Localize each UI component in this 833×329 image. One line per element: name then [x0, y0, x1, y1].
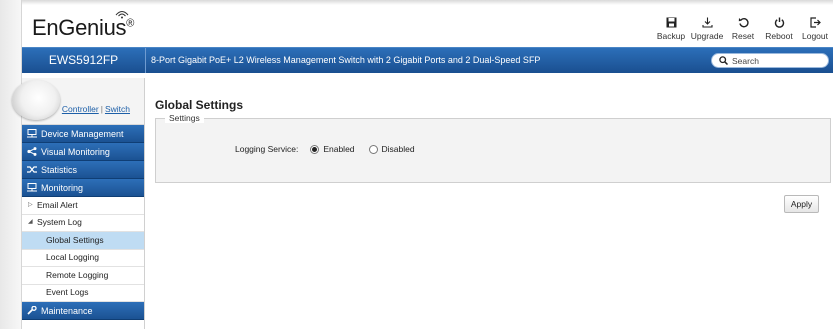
search-icon: [719, 56, 728, 65]
download-icon: [701, 17, 713, 28]
backup-button[interactable]: Backup: [653, 16, 689, 41]
reboot-label: Reboot: [765, 31, 793, 41]
nav-visual-monitoring-label: Visual Monitoring: [41, 146, 110, 157]
nav-device-management[interactable]: Device Management: [22, 125, 144, 143]
radio-selected-dot: [312, 146, 318, 152]
radio-circle[interactable]: [368, 144, 378, 154]
device-icon: [27, 129, 37, 138]
logging-service-label: Logging Service:: [235, 144, 299, 154]
nav-maintenance[interactable]: Maintenance: [22, 302, 144, 320]
search-box[interactable]: [711, 53, 829, 68]
nav-email-alert-label: Email Alert: [37, 199, 78, 210]
model-name: EWS5912FP: [22, 48, 146, 73]
nav-system-log[interactable]: ◢ System Log: [22, 214, 144, 232]
nav-global-settings-label: Global Settings: [46, 234, 104, 245]
mode-switcher: Controller | Switch: [12, 78, 144, 125]
nav-monitoring[interactable]: Monitoring: [22, 179, 144, 197]
wrench-icon: [27, 306, 37, 315]
nav-maintenance-label: Maintenance: [41, 305, 93, 316]
nav-email-alert[interactable]: ▷ Email Alert: [22, 197, 144, 215]
monitor-icon: [27, 183, 37, 192]
upgrade-label: Upgrade: [690, 31, 724, 41]
header: EnGenius® Backup Upgrade Reset Reboot Lo…: [22, 5, 833, 47]
logout-label: Logout: [802, 31, 828, 41]
disabled-radio[interactable]: Disabled: [368, 144, 415, 154]
reset-icon: [738, 18, 749, 28]
settings-legend: Settings: [165, 113, 204, 123]
wifi-logo-icon: [115, 11, 129, 19]
window-left-edge: [0, 0, 22, 329]
device-image: [12, 80, 60, 120]
apply-button[interactable]: Apply: [784, 195, 819, 213]
power-icon: [774, 17, 784, 28]
switch-link[interactable]: Switch: [105, 104, 130, 114]
upgrade-button[interactable]: Upgrade: [689, 16, 725, 41]
logging-service-row: Logging Service: Enabled Disabled: [235, 144, 429, 154]
settings-fieldset: Settings Logging Service: Enabled Disabl…: [155, 113, 831, 183]
nav-remote-logging-label: Remote Logging: [46, 269, 109, 280]
controller-switch-links: Controller | Switch: [62, 104, 130, 114]
reset-button[interactable]: Reset: [725, 16, 761, 41]
nav-global-settings[interactable]: Global Settings: [22, 232, 144, 250]
nav-system-log-label: System Log: [37, 217, 82, 227]
nav-remote-logging[interactable]: Remote Logging: [22, 267, 144, 285]
nav-device-management-label: Device Management: [41, 128, 124, 139]
nav-local-logging-label: Local Logging: [46, 252, 99, 262]
model-description: 8-Port Gigabit PoE+ L2 Wireless Manageme…: [151, 55, 541, 65]
logout-icon: [809, 17, 821, 28]
radio-circle[interactable]: [310, 144, 320, 154]
nav-event-logs[interactable]: Event Logs: [22, 284, 144, 302]
logout-button[interactable]: Logout: [797, 16, 833, 41]
link-separator: |: [100, 104, 103, 114]
page-title: Global Settings: [155, 98, 244, 112]
top-actions: Backup Upgrade Reset Reboot Logout: [653, 16, 833, 41]
nav-local-logging[interactable]: Local Logging: [22, 249, 144, 267]
collapsed-arrow-icon: ▷: [28, 201, 33, 208]
sidebar: Controller | Switch Device Management Visu…: [12, 78, 145, 329]
search-input[interactable]: [732, 55, 822, 66]
nav-statistics[interactable]: Statistics: [22, 161, 144, 179]
nav-event-logs-label: Event Logs: [46, 287, 89, 297]
backup-label: Backup: [656, 31, 686, 41]
enabled-radio[interactable]: Enabled: [310, 144, 355, 154]
nav-monitoring-label: Monitoring: [41, 182, 84, 193]
reboot-button[interactable]: Reboot: [761, 16, 797, 41]
reset-label: Reset: [731, 31, 755, 41]
product-bar: EWS5912FP 8-Port Gigabit PoE+ L2 Wireles…: [22, 47, 833, 73]
controller-link[interactable]: Controller: [62, 104, 99, 114]
share-icon: [27, 147, 37, 156]
main-content: Global Settings Settings Logging Service…: [155, 98, 831, 183]
nav-visual-monitoring[interactable]: Visual Monitoring: [22, 143, 144, 161]
save-icon: [666, 17, 676, 28]
enabled-label: Enabled: [323, 144, 355, 154]
shuffle-icon: [27, 166, 37, 173]
expanded-arrow-icon: ◢: [28, 219, 33, 225]
disabled-label: Disabled: [381, 144, 415, 154]
nav-statistics-label: Statistics: [41, 164, 78, 175]
